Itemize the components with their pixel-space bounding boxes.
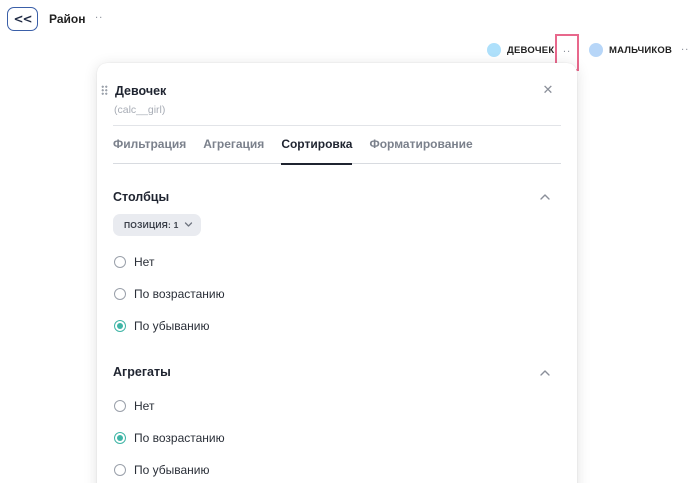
- legend-girls-label: ДЕВОЧЕК: [507, 44, 555, 56]
- settings-tabs: Фильтрация Агрегация Сортировка Форматир…: [113, 135, 561, 165]
- legend-item-boys[interactable]: МАЛЬЧИКОВ: [589, 43, 672, 57]
- columns-sort-ascending[interactable]: По возрастанию: [114, 287, 225, 301]
- radio-label: По возрастанию: [134, 431, 225, 445]
- columns-sort-descending[interactable]: По убыванию: [114, 319, 210, 333]
- popover-subtitle: (calc__girl): [114, 104, 166, 116]
- aggregates-sort-ascending[interactable]: По возрастанию: [114, 431, 225, 445]
- radio-label: Нет: [134, 399, 155, 413]
- radio-label: Нет: [134, 255, 155, 269]
- radio-button-checked[interactable]: [114, 320, 126, 332]
- radio-button[interactable]: [114, 288, 126, 300]
- back-button[interactable]: <<: [7, 7, 38, 31]
- position-dropdown[interactable]: ПОЗИЦИЯ: 1: [113, 214, 201, 236]
- columns-section-title: Столбцы: [113, 190, 170, 204]
- tab-sorting[interactable]: Сортировка: [281, 135, 353, 165]
- legend-boys-color-dot: [589, 43, 603, 57]
- radio-button[interactable]: [114, 256, 126, 268]
- chevron-down-icon: [184, 220, 193, 231]
- legend-boys-more-icon[interactable]: ··: [681, 46, 689, 56]
- position-dropdown-label: ПОЗИЦИЯ: 1: [124, 220, 179, 230]
- aggregates-collapse-chevron-up-icon[interactable]: [539, 367, 551, 379]
- radio-label: По возрастанию: [134, 287, 225, 301]
- tab-aggregation[interactable]: Агрегация: [203, 135, 264, 164]
- aggregates-sort-descending[interactable]: По убыванию: [114, 463, 210, 477]
- radio-button[interactable]: [114, 400, 126, 412]
- drag-handle-icon[interactable]: [101, 85, 108, 95]
- popover-title: Девочек: [115, 84, 167, 98]
- double-chevron-left-icon: <<: [13, 12, 32, 26]
- columns-sort-none[interactable]: Нет: [114, 255, 154, 269]
- columns-collapse-chevron-up-icon[interactable]: [539, 191, 551, 203]
- legend-girls-color-dot: [487, 43, 501, 57]
- title-more-icon[interactable]: ··: [95, 14, 103, 24]
- sort-settings-popover: Девочек (calc__girl) ✕ Фильтрация Агрега…: [97, 63, 577, 483]
- tab-formatting[interactable]: Форматирование: [369, 135, 472, 164]
- tab-filtering[interactable]: Фильтрация: [113, 135, 186, 164]
- page-title: Район: [49, 12, 86, 26]
- radio-label: По убыванию: [134, 319, 210, 333]
- header-divider: [113, 125, 561, 126]
- radio-label: По убыванию: [134, 463, 210, 477]
- more-dots-icon: ··: [562, 46, 572, 58]
- legend-boys-label: МАЛЬЧИКОВ: [609, 44, 673, 56]
- aggregates-section-title: Агрегаты: [113, 365, 171, 379]
- close-icon[interactable]: ✕: [541, 83, 555, 97]
- radio-button-checked[interactable]: [114, 432, 126, 444]
- radio-button[interactable]: [114, 464, 126, 476]
- aggregates-sort-none[interactable]: Нет: [114, 399, 154, 413]
- legend-item-girls[interactable]: ДЕВОЧЕК: [487, 43, 554, 57]
